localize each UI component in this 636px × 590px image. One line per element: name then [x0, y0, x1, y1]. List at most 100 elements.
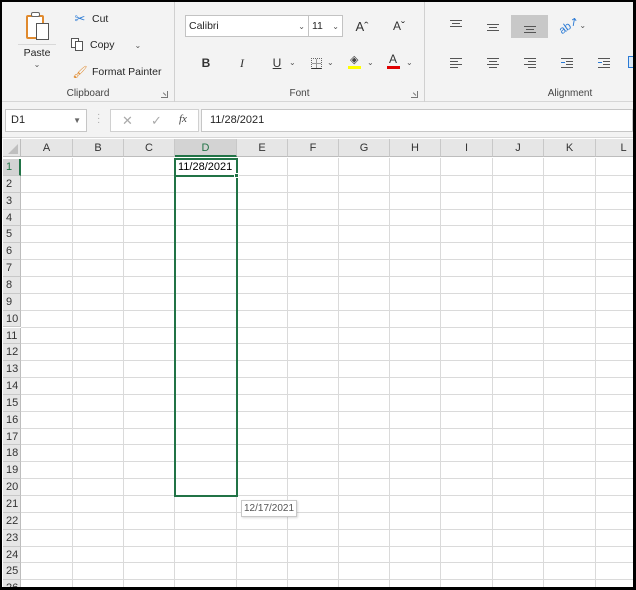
- decrease-font-size-button[interactable]: Aˇ: [389, 16, 409, 36]
- top-align-button[interactable]: [446, 15, 466, 35]
- row-gridline: [21, 326, 633, 328]
- insert-function-icon[interactable]: fx: [179, 113, 187, 125]
- row-header-24[interactable]: 24: [3, 546, 21, 564]
- fill-color-button[interactable]: ◈: [345, 51, 365, 71]
- row-header-11[interactable]: 11: [3, 327, 21, 345]
- increase-font-size-button[interactable]: Aˆ: [352, 16, 372, 36]
- row-gridline: [21, 225, 633, 227]
- row-header-1[interactable]: 1: [3, 159, 21, 176]
- cell-d1[interactable]: 11/28/2021: [175, 160, 232, 175]
- row-header-26[interactable]: 26: [3, 580, 21, 587]
- row-header-2[interactable]: 2: [3, 175, 21, 193]
- row-header-13[interactable]: 13: [3, 361, 21, 379]
- select-all-button[interactable]: [3, 139, 21, 157]
- row-header-9[interactable]: 9: [3, 293, 21, 311]
- font-size-dropdown[interactable]: 11 ⌄: [308, 15, 343, 37]
- row-header-7[interactable]: 7: [3, 260, 21, 277]
- middle-align-button[interactable]: [483, 17, 503, 37]
- formula-bar-resize-handle[interactable]: · · ·: [97, 110, 100, 128]
- row-gridline: [21, 393, 633, 395]
- font-color-icon: A: [387, 52, 401, 69]
- formula-input[interactable]: 11/28/2021: [201, 109, 633, 132]
- row-header-10[interactable]: 10: [3, 310, 21, 328]
- align-right-button[interactable]: [520, 53, 540, 73]
- bold-icon: B: [201, 56, 211, 70]
- column-header-h[interactable]: H: [390, 139, 441, 157]
- fill-color-dropdown-icon[interactable]: ⌄: [367, 58, 374, 67]
- row-gridline: [21, 562, 633, 564]
- column-header-e[interactable]: E: [237, 139, 288, 157]
- row-header-5[interactable]: 5: [3, 226, 21, 244]
- italic-button[interactable]: I: [232, 53, 252, 73]
- row-header-25[interactable]: 25: [3, 563, 21, 581]
- align-left-button[interactable]: [446, 53, 466, 73]
- align-right-icon: [524, 58, 536, 68]
- cancel-icon[interactable]: ✕: [122, 113, 133, 129]
- column-header-c[interactable]: C: [124, 139, 175, 157]
- row-header-21[interactable]: 21: [3, 496, 21, 513]
- copy-button[interactable]: Copy ⌄: [70, 38, 141, 52]
- column-gridline: [389, 158, 390, 587]
- row-header-23[interactable]: 23: [3, 529, 21, 547]
- wrap-text-icon[interactable]: [628, 56, 633, 68]
- underline-dropdown-icon[interactable]: ⌄: [289, 58, 296, 67]
- copy-dropdown-icon[interactable]: ⌄: [135, 41, 142, 50]
- row-header-14[interactable]: 14: [3, 378, 21, 395]
- row-header-16[interactable]: 16: [3, 411, 21, 429]
- column-header-d[interactable]: D: [175, 139, 237, 157]
- row-header-22[interactable]: 22: [3, 512, 21, 530]
- row-header-20[interactable]: 20: [3, 479, 21, 496]
- formula-value: 11/28/2021: [210, 114, 265, 126]
- row-header-6[interactable]: 6: [3, 243, 21, 261]
- row-gridline: [21, 545, 633, 547]
- row-header-19[interactable]: 19: [3, 462, 21, 480]
- cut-button[interactable]: ✂ Cut: [72, 11, 109, 27]
- align-center-button[interactable]: [483, 53, 503, 73]
- row-header-12[interactable]: 12: [3, 344, 21, 362]
- bold-button[interactable]: B: [196, 53, 216, 73]
- worksheet-grid[interactable]: ABCDEFGHIJKL 1 2 3 4 5 6 7 8 9 10 11 12 13 14 15 16 17 18…: [2, 138, 633, 587]
- copy-icon: [70, 38, 86, 52]
- font-name-dropdown[interactable]: Calibri ⌄: [185, 15, 309, 37]
- bottom-align-button[interactable]: [511, 15, 548, 38]
- paste-dropdown-icon[interactable]: ⌄: [12, 60, 62, 69]
- fill-handle[interactable]: [234, 172, 239, 178]
- orientation-button[interactable]: ab↗ ⌄: [557, 14, 586, 36]
- column-header-k[interactable]: K: [544, 139, 596, 157]
- format-painter-button[interactable]: 🖌 Format Painter: [72, 65, 161, 79]
- row-header-15[interactable]: 15: [3, 394, 21, 412]
- column-header-f[interactable]: F: [288, 139, 339, 157]
- borders-icon: [310, 57, 322, 69]
- row-header-4[interactable]: 4: [3, 209, 21, 227]
- row-gridline: [21, 579, 633, 581]
- row-header-17[interactable]: 17: [3, 428, 21, 446]
- column-gridline: [543, 158, 544, 587]
- clipboard-dialog-launcher-icon[interactable]: [161, 91, 168, 98]
- fill-color-icon: ◈: [348, 53, 362, 69]
- column-header-l[interactable]: L: [596, 139, 633, 157]
- paste-button[interactable]: Paste ⌄: [12, 6, 62, 76]
- enter-icon[interactable]: ✓: [151, 113, 162, 129]
- increase-indent-button[interactable]: [594, 53, 614, 73]
- borders-button[interactable]: [306, 53, 326, 73]
- row-gridline: [21, 309, 633, 311]
- column-header-j[interactable]: J: [493, 139, 544, 157]
- decrease-indent-button[interactable]: [557, 53, 577, 73]
- font-color-button[interactable]: A: [384, 51, 404, 71]
- column-gridline: [440, 158, 441, 587]
- underline-button[interactable]: U: [267, 53, 287, 73]
- column-header-b[interactable]: B: [73, 139, 124, 157]
- name-box-dropdown-icon[interactable]: ▼: [73, 116, 81, 125]
- font-group: Calibri ⌄ 11 ⌄ Aˆ Aˇ B I U ⌄ ⌄ ◈ ⌄ A ⌄ F…: [175, 2, 425, 102]
- row-gridline: [21, 444, 633, 446]
- column-header-a[interactable]: A: [21, 139, 73, 157]
- column-header-i[interactable]: I: [441, 139, 493, 157]
- row-header-8[interactable]: 8: [3, 276, 21, 294]
- name-box[interactable]: D1 ▼: [5, 109, 87, 132]
- font-dialog-launcher-icon[interactable]: [411, 91, 418, 98]
- row-header-18[interactable]: 18: [3, 445, 21, 463]
- row-header-3[interactable]: 3: [3, 192, 21, 210]
- column-header-g[interactable]: G: [339, 139, 390, 157]
- borders-dropdown-icon[interactable]: ⌄: [327, 58, 334, 67]
- font-color-dropdown-icon[interactable]: ⌄: [406, 58, 413, 67]
